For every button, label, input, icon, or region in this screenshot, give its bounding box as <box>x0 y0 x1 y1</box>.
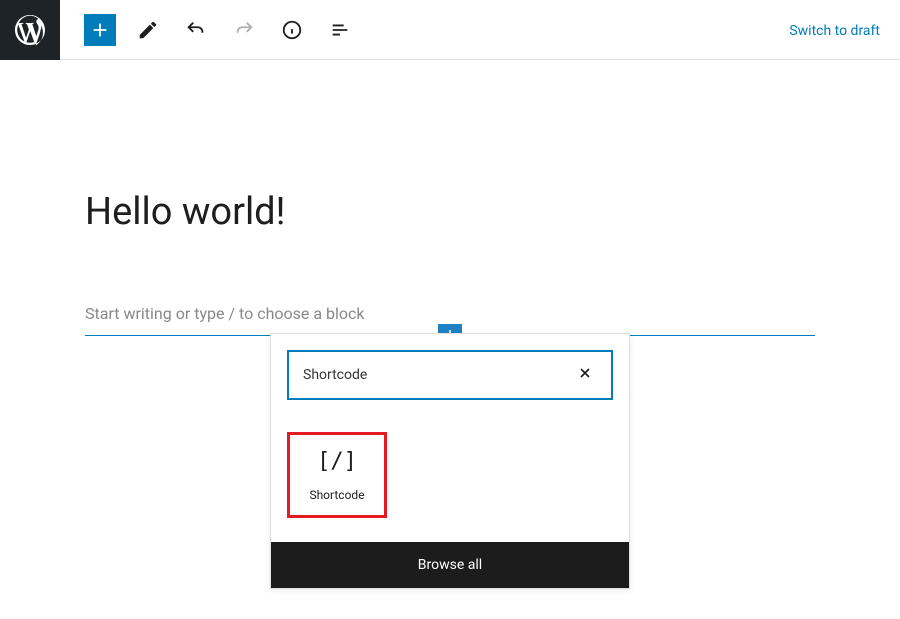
search-wrap <box>271 334 629 416</box>
redo-button[interactable] <box>228 14 260 46</box>
plus-icon <box>89 19 111 41</box>
clear-search-button[interactable] <box>573 361 597 389</box>
close-icon <box>577 365 593 381</box>
add-block-button[interactable] <box>84 14 116 46</box>
switch-to-draft-link[interactable]: Switch to draft <box>789 23 880 39</box>
toolbar <box>60 14 789 46</box>
undo-icon <box>185 19 207 41</box>
pencil-icon <box>137 19 159 41</box>
wordpress-icon <box>12 12 48 48</box>
info-icon <box>281 19 303 41</box>
block-search-input[interactable] <box>303 367 573 383</box>
edit-tool-button[interactable] <box>132 14 164 46</box>
undo-button[interactable] <box>180 14 212 46</box>
top-bar: Switch to draft <box>0 0 900 60</box>
redo-icon <box>233 19 255 41</box>
blocks-grid: [/] Shortcode <box>271 416 629 542</box>
block-appender: Start writing or type / to choose a bloc… <box>85 304 815 336</box>
block-item-shortcode[interactable]: [/] Shortcode <box>287 432 387 518</box>
wordpress-logo[interactable] <box>0 0 60 60</box>
block-inserter-panel: [/] Shortcode Browse all <box>270 333 630 589</box>
browse-all-button[interactable]: Browse all <box>271 542 629 588</box>
outline-icon <box>329 19 351 41</box>
shortcode-icon: [/] <box>317 449 357 474</box>
block-item-label: Shortcode <box>309 488 364 502</box>
page-title[interactable]: Hello world! <box>85 190 815 234</box>
search-box <box>287 350 613 400</box>
info-button[interactable] <box>276 14 308 46</box>
top-right-actions: Switch to draft <box>789 20 900 39</box>
outline-button[interactable] <box>324 14 356 46</box>
editor-area: Hello world! Start writing or type / to … <box>0 60 900 336</box>
